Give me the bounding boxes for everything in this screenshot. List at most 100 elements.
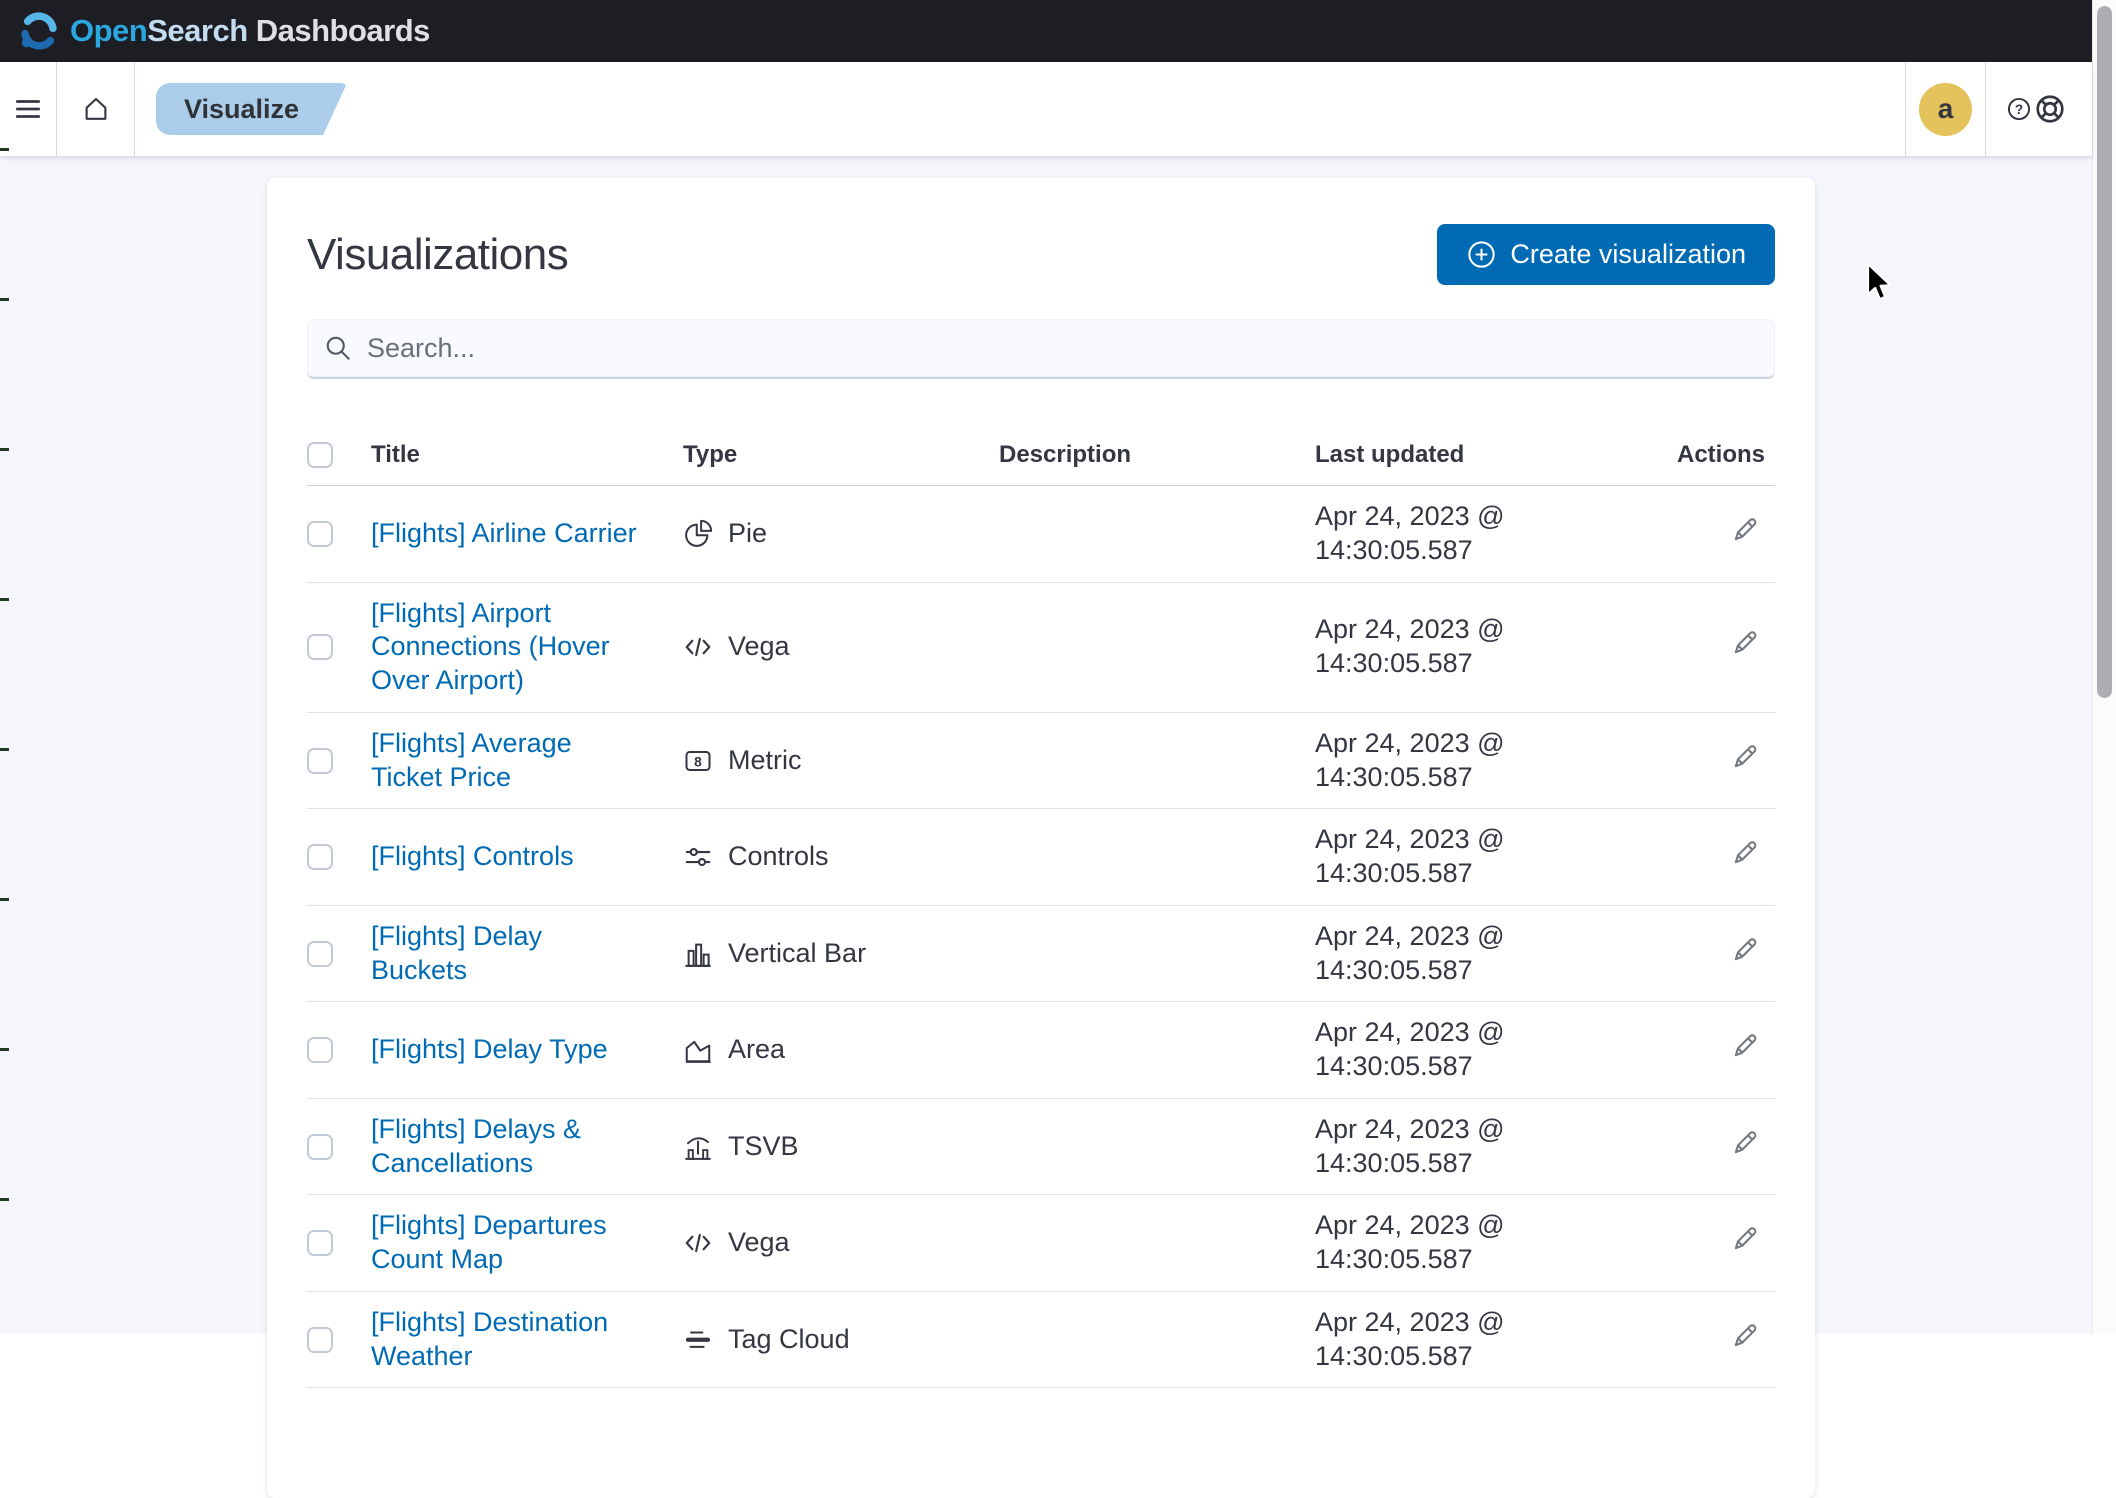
edit-button[interactable] <box>1730 514 1775 545</box>
breadcrumb-visualize[interactable]: Visualize <box>156 83 347 135</box>
edit-button[interactable] <box>1730 934 1775 965</box>
visualization-link[interactable]: [Flights] Controls <box>371 841 574 871</box>
visualizations-table: Title Type Description Last updated Acti… <box>307 431 1775 1389</box>
last-updated-text: Apr 24, 2023 @ 14:30:05.587 <box>1315 1017 1505 1081</box>
nav-divider <box>134 62 135 156</box>
type-label: Vertical Bar <box>728 937 867 968</box>
feedback-button[interactable] <box>2034 93 2066 125</box>
user-avatar[interactable]: a <box>1919 82 1972 136</box>
last-updated-text: Apr 24, 2023 @ 14:30:05.587 <box>1315 824 1505 888</box>
edit-button[interactable] <box>1730 837 1775 868</box>
row-checkbox[interactable] <box>307 844 333 870</box>
table-row: [Flights] Average Ticket Price Metric Apr … <box>307 712 1775 810</box>
last-updated-text: Apr 24, 2023 @ 14:30:05.587 <box>1315 614 1505 679</box>
edit-button[interactable] <box>1730 627 1775 658</box>
pencil-icon <box>1730 1127 1761 1158</box>
table-row: [Flights] Airline Carrier Pie Apr 24, 2023… <box>307 485 1775 583</box>
type-label: Vega <box>728 631 790 662</box>
scrollbar-thumb[interactable] <box>2097 6 2112 698</box>
home-button[interactable] <box>57 62 134 156</box>
table-row: [Flights] Controls Controls Apr 24, 2023 @… <box>307 808 1775 906</box>
row-checkbox[interactable] <box>307 1037 333 1063</box>
tsvb-icon <box>683 1132 713 1162</box>
last-updated-text: Apr 24, 2023 @ 14:30:05.587 <box>1315 1113 1505 1178</box>
visualization-link[interactable]: [Flights] Delay Type <box>371 1034 608 1064</box>
search-icon <box>326 336 350 360</box>
table-row: [Flights] Delay Type Area Apr 24, 2023 @ 1… <box>307 1001 1775 1099</box>
home-icon <box>85 97 106 120</box>
last-updated-text: Apr 24, 2023 @ 14:30:05.587 <box>1315 1306 1505 1371</box>
top-navbar: Visualize a ? <box>0 62 2092 156</box>
table-row: [Flights] Delay Buckets Vertical Bar Apr 2… <box>307 905 1775 1003</box>
table-row: [Flights] Delays & Cancellations TSVB Apr … <box>307 1098 1775 1196</box>
column-header-actions: Actions <box>1631 431 1775 486</box>
search-bar <box>307 319 1775 379</box>
help-button[interactable]: ? <box>2006 96 2032 122</box>
pencil-icon <box>1730 934 1761 965</box>
edge-tick-marks <box>0 148 9 1204</box>
scrollbar-track[interactable] <box>2092 0 2116 1334</box>
pencil-icon <box>1730 1320 1761 1351</box>
search-input[interactable] <box>367 332 1759 364</box>
visualization-link[interactable]: [Flights] Destination Weather <box>371 1307 608 1371</box>
last-updated-text: Apr 24, 2023 @ 14:30:05.587 <box>1315 501 1505 565</box>
pencil-icon <box>1730 1030 1761 1061</box>
visualization-link[interactable]: [Flights] Delays & Cancellations <box>371 1114 581 1178</box>
opensearch-logo-icon <box>21 12 57 50</box>
pencil-icon <box>1730 837 1761 868</box>
row-checkbox[interactable] <box>307 940 333 967</box>
visualization-link[interactable]: [Flights] Airport Connections (Hover Ove… <box>371 598 610 696</box>
column-header-type: Type <box>683 431 999 486</box>
row-checkbox[interactable] <box>307 1230 333 1256</box>
pencil-icon <box>1730 741 1761 772</box>
column-header-title: Title <box>371 431 683 486</box>
vega-code-icon <box>683 1228 713 1258</box>
visualization-link[interactable]: [Flights] Average Ticket Price <box>371 728 572 792</box>
menu-button[interactable] <box>0 62 56 156</box>
create-visualization-label: Create visualization <box>1510 239 1746 269</box>
type-label: Metric <box>728 744 802 775</box>
row-checkbox[interactable] <box>307 1326 333 1353</box>
controls-icon <box>683 842 713 872</box>
app-title: OpenSearch Dashboards <box>70 13 430 48</box>
visualization-link[interactable]: [Flights] Airline Carrier <box>371 518 637 548</box>
type-label: Controls <box>728 841 829 872</box>
last-updated-text: Apr 24, 2023 @ 14:30:05.587 <box>1315 1210 1505 1274</box>
opensearch-logo: OpenSearch Dashboards <box>18 10 430 52</box>
plus-circle-icon <box>1468 241 1496 268</box>
visualization-link[interactable]: [Flights] Departures Count Map <box>371 1210 607 1274</box>
row-checkbox[interactable] <box>307 520 333 547</box>
row-checkbox[interactable] <box>307 747 333 774</box>
type-label: Tag Cloud <box>728 1323 850 1354</box>
vega-code-icon <box>683 632 713 662</box>
area-chart-icon <box>683 1035 713 1065</box>
type-label: TSVB <box>728 1130 799 1161</box>
edit-button[interactable] <box>1730 1223 1775 1254</box>
table-row: [Flights] Airport Connections (Hover Ove… <box>307 582 1775 713</box>
column-header-last-updated: Last updated <box>1315 431 1631 486</box>
table-row: [Flights] Destination Weather Tag Cloud Ap… <box>307 1291 1775 1389</box>
question-circle-icon: ? <box>2007 97 2031 121</box>
visualization-link[interactable]: [Flights] Delay Buckets <box>371 921 542 985</box>
edit-button[interactable] <box>1730 1127 1775 1158</box>
create-visualization-button[interactable]: Create visualization <box>1437 224 1775 285</box>
row-checkbox[interactable] <box>307 1133 333 1160</box>
app-header: OpenSearch Dashboards <box>0 0 2092 62</box>
select-all-checkbox[interactable] <box>307 442 333 468</box>
edit-button[interactable] <box>1730 741 1775 772</box>
type-label: Vega <box>728 1227 790 1258</box>
row-checkbox[interactable] <box>307 634 333 661</box>
edit-button[interactable] <box>1730 1320 1775 1351</box>
table-row: [Flights] Departures Count Map Vega Apr 24… <box>307 1194 1775 1292</box>
pencil-icon <box>1730 514 1761 545</box>
edit-button[interactable] <box>1730 1030 1775 1061</box>
tag-cloud-icon <box>683 1325 713 1355</box>
page-background: Visualizations Create visualization Sear… <box>0 156 2092 1498</box>
pencil-icon <box>1730 1223 1761 1254</box>
hamburger-menu-icon <box>15 100 41 118</box>
visualizations-panel: Visualizations Create visualization Sear… <box>267 178 1815 1498</box>
last-updated-text: Apr 24, 2023 @ 14:30:05.587 <box>1315 727 1505 792</box>
page-title: Visualizations <box>307 229 569 279</box>
type-label: Area <box>728 1034 786 1065</box>
last-updated-text: Apr 24, 2023 @ 14:30:05.587 <box>1315 920 1505 985</box>
